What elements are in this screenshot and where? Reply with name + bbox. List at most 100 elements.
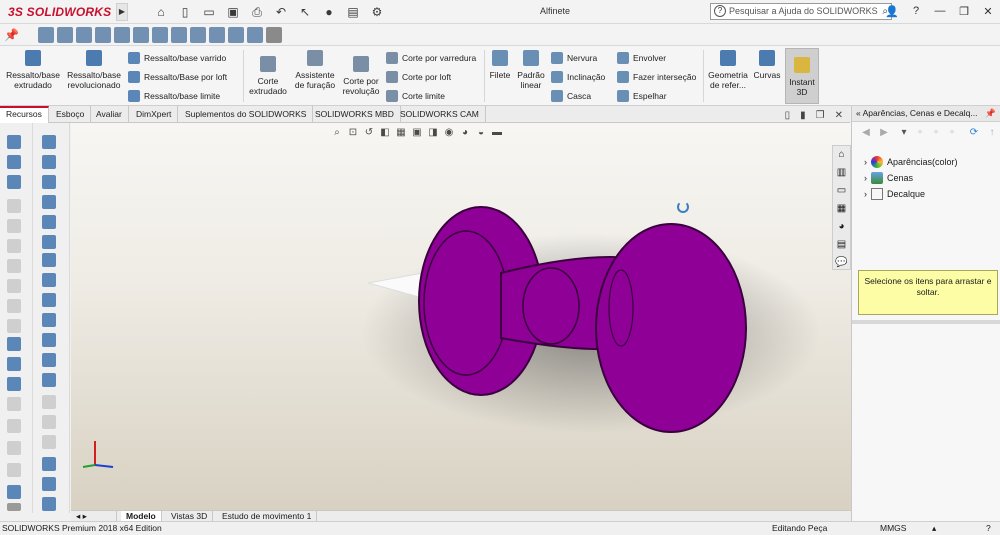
freeform-icon[interactable] (7, 485, 21, 499)
composite-curve-icon[interactable] (42, 395, 56, 409)
view-iso-icon[interactable] (152, 27, 168, 43)
pin-head[interactable] (595, 223, 747, 433)
scale-icon[interactable] (7, 463, 21, 477)
lofted-boss-button[interactable]: Ressalto/Base por loft (128, 70, 227, 84)
fillet-button[interactable]: Filete (488, 50, 512, 80)
spiral-icon[interactable] (42, 497, 56, 511)
tab-recursos[interactable]: Recursos (0, 106, 49, 123)
intersect-button[interactable]: Fazer interseção (617, 70, 696, 84)
point-icon[interactable] (42, 313, 56, 327)
projected-curve-icon[interactable] (42, 415, 56, 429)
graphics-area[interactable]: ▯ ▮ ❐ ✕ ⌕ ⊡ ↺ ◧ ▦ ▣ ◨ ◉ ◕ ◒ ▬ (71, 110, 851, 513)
save-icon[interactable]: ▣ (222, 3, 244, 21)
folder-icon[interactable]: ▫ (930, 126, 942, 138)
solidworks-logo[interactable]: 3S SOLIDWORKS (8, 5, 111, 19)
chamfer-icon[interactable] (42, 135, 56, 149)
home-tree-icon[interactable]: ▾ (898, 126, 910, 138)
view-dimetric-icon[interactable] (190, 27, 206, 43)
tab-dimxpert[interactable]: DimXpert (130, 106, 179, 123)
split-icon[interactable] (7, 377, 21, 391)
swept-boss-button[interactable]: Ressalto/base varrido (128, 51, 226, 65)
boundary-cut-button[interactable]: Corte limite (386, 89, 445, 103)
new-document-icon[interactable]: ▯ (174, 3, 196, 21)
rebuild-icon[interactable]: ● (318, 3, 340, 21)
circular-pattern-icon[interactable] (42, 155, 56, 169)
pencil-icon[interactable] (266, 27, 282, 43)
draft-button[interactable]: Inclinação (551, 70, 605, 84)
add-folder-icon[interactable]: ▫ (914, 126, 926, 138)
deform-icon[interactable] (7, 299, 21, 313)
split-line-icon[interactable] (42, 435, 56, 449)
instant-3d-button[interactable]: Instant 3D (785, 48, 819, 104)
view-single-icon[interactable] (228, 27, 244, 43)
viewport-close-icon[interactable]: ✕ (835, 110, 843, 121)
shell-button[interactable]: Casca (551, 89, 591, 103)
expand-arrow-icon[interactable]: › (864, 157, 867, 167)
dome-icon[interactable] (7, 259, 21, 273)
print-icon[interactable]: ⎙ (246, 3, 268, 21)
undo-icon[interactable]: ↶ (270, 3, 292, 21)
combine-icon[interactable] (7, 397, 21, 411)
coordinate-system-icon[interactable] (42, 293, 56, 307)
more-chevron-icon[interactable] (7, 503, 21, 511)
options-gear-icon[interactable]: ⚙ (366, 3, 388, 21)
view-front-icon[interactable] (38, 27, 54, 43)
up-icon[interactable]: ↑ (986, 126, 998, 138)
tab-esboco[interactable]: Esboço (50, 106, 92, 123)
flex-icon[interactable] (7, 279, 21, 293)
instant3d-tool-icon[interactable] (42, 457, 56, 471)
boundary-boss-button[interactable]: Ressalto/base limite (128, 89, 220, 103)
mate-reference-icon[interactable] (42, 353, 56, 367)
file-explorer-icon[interactable]: ▭ (833, 182, 850, 199)
forum-icon[interactable]: 💬 (833, 254, 850, 271)
extruded-cut-button[interactable]: Corte extrudado (247, 56, 289, 96)
rib-button[interactable]: Nervura (551, 51, 597, 65)
open-icon[interactable]: ▭ (198, 3, 220, 21)
move-copy-icon[interactable] (7, 419, 21, 433)
expand-arrow-icon[interactable]: › (864, 189, 867, 199)
tree-item-decals[interactable]: › Decalque (864, 186, 958, 202)
viewport-restore-icon[interactable]: ❐ (816, 110, 825, 121)
thicken-icon[interactable] (7, 239, 21, 253)
hole-wizard-button[interactable]: Assistente de furação (292, 50, 338, 90)
select-icon[interactable]: ↖ (294, 3, 316, 21)
curve-pattern-icon[interactable] (42, 175, 56, 189)
linear-pattern-button[interactable]: Padrão linear (514, 50, 548, 90)
minimize-icon[interactable]: — (932, 3, 948, 19)
view-palette-icon[interactable]: ▦ (833, 200, 850, 217)
file-properties-icon[interactable]: ▤ (342, 3, 364, 21)
boundary-icon[interactable] (7, 219, 21, 233)
extruded-boss-button[interactable]: Ressalto/base extrudado (6, 50, 60, 90)
revolve-icon[interactable] (7, 155, 21, 169)
view-top-icon[interactable] (114, 27, 130, 43)
tab-suplementos[interactable]: Suplementos do SOLIDWORKS (179, 106, 314, 123)
reference-geometry-button[interactable]: Geometria de refer... (707, 50, 749, 90)
appearances-icon[interactable]: ◕ (833, 218, 850, 235)
extrude-icon[interactable] (7, 135, 21, 149)
cosmetic-thread-icon[interactable] (7, 357, 21, 371)
status-units[interactable]: MMGS (880, 522, 906, 535)
viewport-tile-icon[interactable]: ▯ (785, 110, 791, 121)
panel-pin-icon[interactable]: 📌 (985, 106, 996, 121)
viewport-single-icon[interactable]: ▮ (800, 110, 806, 121)
design-library-icon[interactable]: ▥ (833, 164, 850, 181)
refresh-icon[interactable]: ⟳ (968, 126, 980, 138)
panel-splitter[interactable] (852, 320, 1000, 324)
view-trimetric-icon[interactable] (171, 27, 187, 43)
delete-body-icon[interactable] (7, 441, 21, 455)
sketch-pattern-icon[interactable] (42, 235, 56, 249)
home-icon[interactable]: ⌂ (150, 3, 172, 21)
collapse-chevron-icon[interactable]: « (856, 108, 861, 118)
hole-icon[interactable] (7, 337, 21, 351)
user-icon[interactable]: 👤 (884, 3, 900, 19)
remove-icon[interactable]: ▫ (946, 126, 958, 138)
forward-icon[interactable]: ▶ (878, 126, 890, 138)
indent-icon[interactable] (7, 319, 21, 333)
view-left-icon[interactable] (76, 27, 92, 43)
curves-button[interactable]: Curvas (752, 50, 782, 80)
back-icon[interactable]: ◀ (860, 126, 872, 138)
bounding-box-icon[interactable] (42, 333, 56, 347)
helix-icon[interactable] (42, 373, 56, 387)
view-back-icon[interactable] (57, 27, 73, 43)
swept-cut-button[interactable]: Corte por varredura (386, 51, 476, 65)
